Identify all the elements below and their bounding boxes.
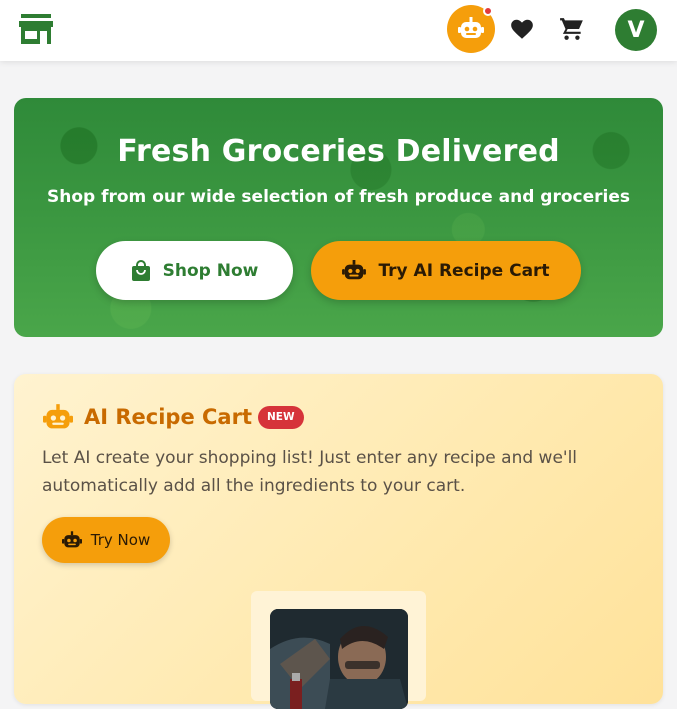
robot-icon xyxy=(458,17,484,38)
heart-icon[interactable] xyxy=(509,16,535,42)
try-now-button[interactable]: Try Now xyxy=(42,517,170,563)
robot-icon xyxy=(61,530,82,547)
ai-recipe-cart-description: Let AI create your shopping list! Just e… xyxy=(42,448,578,496)
hero-subtitle: Shop from our wide selection of fresh pr… xyxy=(46,187,630,207)
storefront-icon[interactable] xyxy=(18,13,54,45)
try-ai-recipe-cart-button[interactable]: Try AI Recipe Cart xyxy=(311,241,581,300)
cart-icon[interactable] xyxy=(559,16,585,42)
shop-now-button[interactable]: Shop Now xyxy=(96,241,293,300)
ai-assistant-button[interactable] xyxy=(447,5,495,53)
user-avatar[interactable]: V xyxy=(615,9,657,51)
try-now-label: Try Now xyxy=(90,531,151,549)
top-navbar: V xyxy=(0,0,677,61)
ai-recipe-cart-title: AI Recipe Cart xyxy=(84,405,252,429)
shop-now-label: Shop Now xyxy=(162,260,259,281)
shopping-bag-icon xyxy=(131,259,150,281)
hero-title: Fresh Groceries Delivered xyxy=(117,134,560,169)
new-badge: NEW xyxy=(258,406,304,429)
robot-icon xyxy=(342,259,367,279)
notification-dot xyxy=(483,6,493,16)
try-ai-recipe-cart-label: Try AI Recipe Cart xyxy=(378,260,550,281)
recipe-preview-image xyxy=(270,609,408,709)
robot-icon xyxy=(43,404,73,432)
